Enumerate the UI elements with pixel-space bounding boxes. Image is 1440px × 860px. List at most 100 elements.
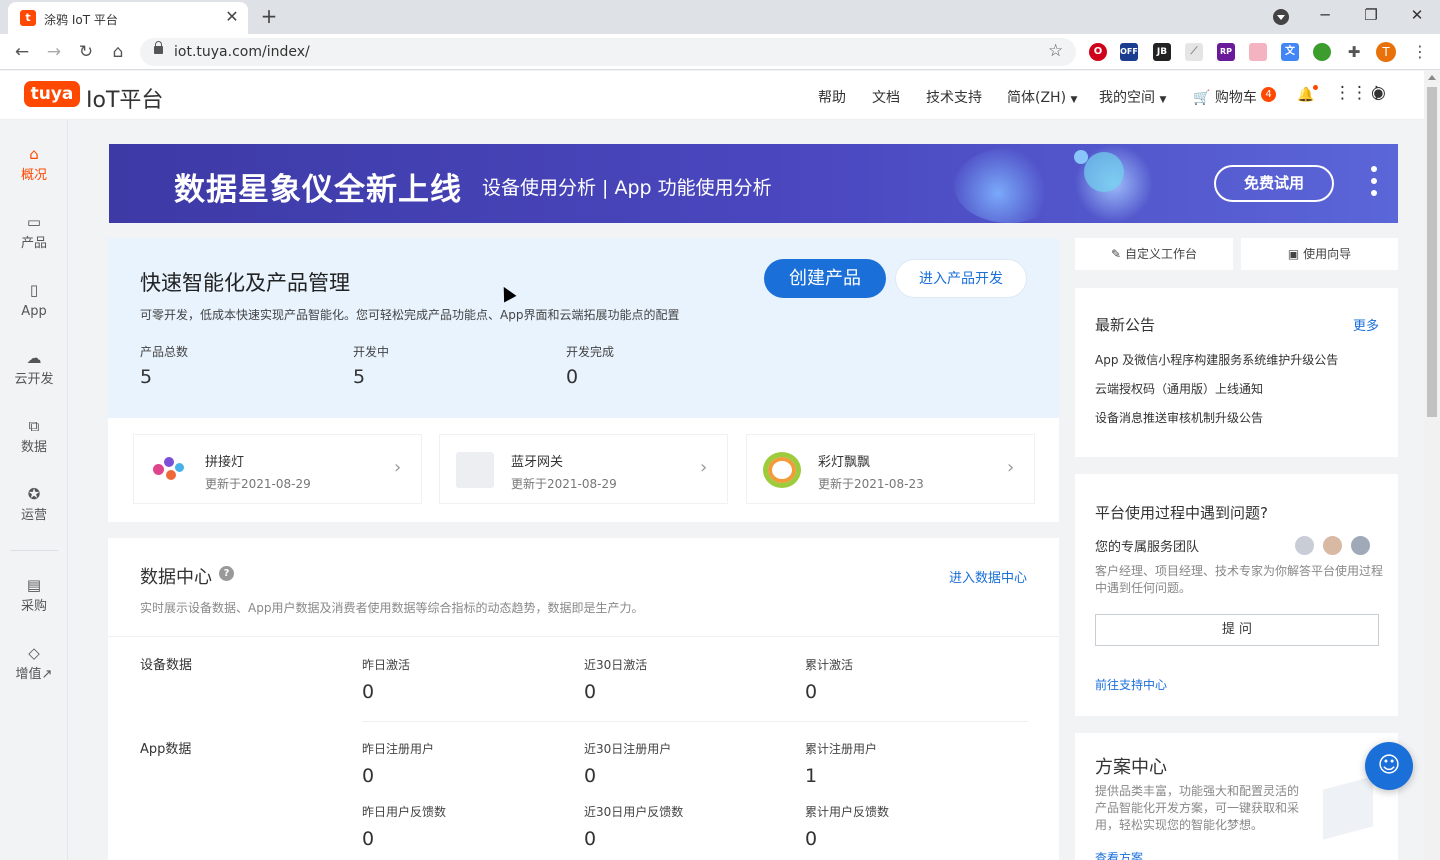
- solution-illustration: [1323, 776, 1373, 840]
- metric-value: 0: [805, 681, 818, 703]
- product-item[interactable]: 蓝牙网关 更新于2021-08-29 ›: [439, 434, 728, 504]
- stat-total-value: 5: [140, 366, 153, 388]
- sidebar-item-app[interactable]: ▯ App: [0, 276, 68, 336]
- new-tab-icon[interactable]: +: [258, 5, 280, 27]
- announcement-item[interactable]: 设备消息推送审核机制升级公告: [1095, 409, 1263, 426]
- jetbrains-extension-icon[interactable]: JB: [1153, 43, 1171, 61]
- create-product-button[interactable]: 创建产品: [764, 259, 886, 298]
- sidebar-item-label: 增值↗: [15, 667, 53, 682]
- nav-docs[interactable]: 文档: [872, 87, 900, 107]
- restore-icon[interactable]: ❐: [1358, 4, 1384, 26]
- sidebar: ⌂ 概况 ▭ 产品 ▯ App ☁ 云开发 ⧉ 数据 ✪ 运营 ▤ 采购 ◇ 增…: [0, 120, 68, 860]
- chat-support-icon[interactable]: ☺: [1365, 742, 1413, 790]
- tab-search-icon[interactable]: [1273, 9, 1289, 25]
- bell-icon[interactable]: 🔔: [1297, 87, 1314, 103]
- promo-banner[interactable]: 数据星象仪全新上线 设备使用分析 | App 功能使用分析 免费试用: [109, 144, 1398, 223]
- announcement-item[interactable]: App 及微信小程序构建服务系统维护升级公告: [1095, 351, 1338, 368]
- sidebar-item-purchase[interactable]: ▤ 采购: [0, 571, 68, 631]
- page-scrollbar[interactable]: [1424, 71, 1440, 860]
- sidebar-item-label: App: [21, 304, 47, 319]
- translate-extension-icon[interactable]: 文: [1281, 43, 1299, 61]
- cloud-icon: ☁: [26, 349, 42, 367]
- logo-text[interactable]: IoT平台: [86, 82, 163, 114]
- product-name: 拼接灯: [205, 455, 245, 470]
- help-icon[interactable]: ?: [219, 566, 234, 581]
- browser-tab[interactable]: t 涂鸦 IoT 平台 ✕: [8, 2, 248, 34]
- stat-done-label: 开发完成: [566, 345, 615, 359]
- sidebar-item-product[interactable]: ▭ 产品: [0, 208, 68, 268]
- sidebar-item-operations[interactable]: ✪ 运营: [0, 480, 68, 540]
- metric-label: 昨日注册用户: [362, 742, 435, 756]
- sidebar-item-data[interactable]: ⧉ 数据: [0, 412, 68, 472]
- browser-tab-strip: t 涂鸦 IoT 平台 ✕ + ─ ❐ ✕: [0, 0, 1440, 34]
- sidebar-item-label: 运营: [20, 508, 47, 523]
- view-solutions-link[interactable]: 查看方案: [1095, 849, 1143, 860]
- support-title: 平台使用过程中遇到问题?: [1095, 504, 1268, 522]
- browser-menu-icon[interactable]: ⋮: [1412, 42, 1428, 61]
- support-card: 平台使用过程中遇到问题? 您的专属服务团队 客户经理、项目经理、技术专家为你解答…: [1075, 474, 1398, 716]
- ask-question-button[interactable]: 提 问: [1095, 614, 1379, 646]
- usage-guide-button[interactable]: ▣ 使用向导: [1241, 238, 1398, 270]
- tab-extension-icon[interactable]: [1249, 43, 1267, 61]
- bluetooth-gateway-icon: [456, 452, 494, 488]
- forward-icon[interactable]: →: [43, 41, 65, 63]
- cart-link[interactable]: 🛒 购物车: [1193, 87, 1257, 107]
- phone-icon: ▯: [29, 281, 39, 299]
- adblock-off-extension-icon[interactable]: OFF: [1120, 43, 1138, 61]
- globe-extension-icon[interactable]: [1313, 43, 1331, 61]
- profile-avatar[interactable]: T: [1376, 42, 1396, 62]
- divider: [108, 636, 1059, 637]
- sidebar-item-label: 采购: [20, 599, 47, 614]
- extensions-puzzle-icon[interactable]: ✚: [1345, 43, 1363, 61]
- address-bar[interactable]: iot.tuya.com/index/ ☆: [140, 38, 1076, 66]
- sidebar-item-cloud[interactable]: ☁ 云开发: [0, 344, 68, 404]
- enter-data-center-link[interactable]: 进入数据中心: [949, 567, 1027, 586]
- reload-icon[interactable]: ↻: [75, 41, 97, 63]
- color-light-icon: [763, 452, 801, 488]
- nav-support[interactable]: 技术支持: [926, 87, 982, 107]
- custom-workbench-button[interactable]: ✎ 自定义工作台: [1075, 238, 1233, 270]
- browser-toolbar: ← → ↻ ⌂ iot.tuya.com/index/ ☆ O OFF JB ⟋…: [0, 34, 1440, 70]
- home-icon[interactable]: ⌂: [107, 41, 129, 63]
- banner-illustration: [954, 148, 1064, 223]
- opera-extension-icon[interactable]: O: [1089, 43, 1107, 61]
- bookmark-star-icon[interactable]: ☆: [1048, 41, 1063, 61]
- tuya-logo[interactable]: tuya: [24, 81, 80, 107]
- metric-label: 累计用户反馈数: [805, 805, 890, 819]
- free-trial-button[interactable]: 免费试用: [1214, 165, 1334, 202]
- close-tab-icon[interactable]: ✕: [222, 7, 242, 27]
- cart-label: 购物车: [1214, 90, 1257, 106]
- announcements-more-link[interactable]: 更多: [1353, 315, 1379, 334]
- sidebar-item-label: 概况: [20, 168, 47, 183]
- enter-product-dev-button[interactable]: 进入产品开发: [895, 259, 1027, 298]
- user-account-icon[interactable]: ◉: [1371, 83, 1386, 103]
- scrollbar-thumb[interactable]: [1427, 87, 1437, 417]
- nav-help[interactable]: 帮助: [818, 87, 846, 107]
- stat-total-label: 产品总数: [140, 345, 189, 359]
- stat-done-value: 0: [566, 366, 579, 388]
- product-item[interactable]: 彩灯飘飘 更新于2021-08-23 ›: [746, 434, 1035, 504]
- pencil-icon: ✎: [1111, 247, 1122, 261]
- banner-more-icon[interactable]: [1371, 166, 1379, 200]
- device-data-label: 设备数据: [140, 658, 193, 673]
- sidebar-item-overview[interactable]: ⌂ 概况: [0, 140, 68, 200]
- divider: [362, 721, 1028, 722]
- product-item[interactable]: 拼接灯 更新于2021-08-29 ›: [133, 434, 422, 504]
- space-select[interactable]: 我的空间 ▼: [1099, 87, 1166, 107]
- rp-extension-icon[interactable]: RP: [1217, 43, 1235, 61]
- scroll-up-icon[interactable]: [1428, 75, 1436, 80]
- sidebar-item-value-added[interactable]: ◇ 增值↗: [0, 639, 68, 699]
- language-select[interactable]: 简体(ZH) ▼: [1007, 87, 1077, 107]
- feather-extension-icon[interactable]: ⟋: [1185, 43, 1203, 61]
- solutions-title: 方案中心: [1095, 757, 1167, 778]
- product-updated: 更新于2021-08-29: [511, 477, 617, 491]
- minimize-icon[interactable]: ─: [1312, 4, 1338, 26]
- metric-label: 昨日用户反馈数: [362, 805, 447, 819]
- close-window-icon[interactable]: ✕: [1404, 4, 1430, 26]
- data-center-title: 数据中心: [140, 567, 212, 588]
- chevron-right-icon: ›: [394, 457, 402, 478]
- announcement-item[interactable]: 云端授权码（通用版）上线通知: [1095, 380, 1263, 397]
- announcements-title: 最新公告: [1095, 316, 1156, 334]
- back-icon[interactable]: ←: [11, 41, 33, 63]
- support-center-link[interactable]: 前往支持中心: [1095, 676, 1167, 693]
